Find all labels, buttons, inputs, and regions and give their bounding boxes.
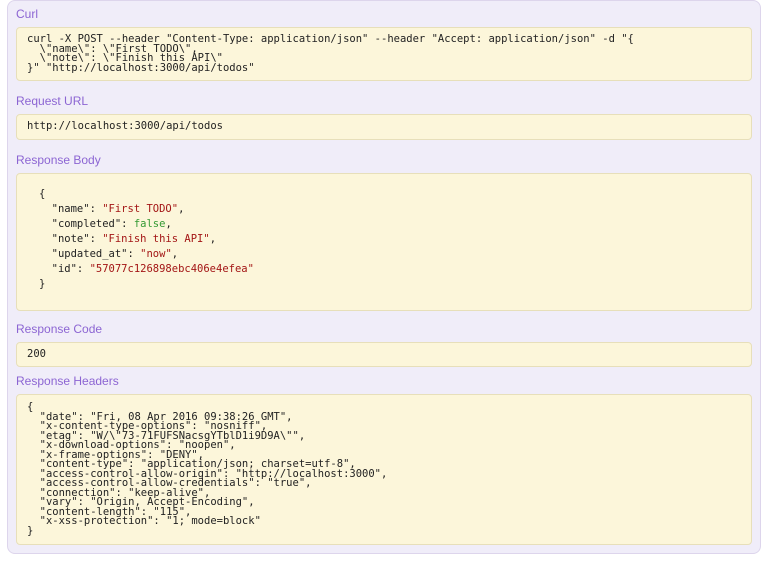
response-code-section-title: Response Code [16, 321, 103, 336]
response-headers-section-title: Response Headers [16, 374, 119, 388]
response-headers-block: { "date": "Fri, 08 Apr 2016 09:38:26 GMT… [16, 394, 752, 545]
response-body-section-title: Response Body [16, 152, 101, 167]
response-code-block: 200 [16, 341, 752, 367]
request-url-block: http://localhost:3000/api/todos [16, 114, 752, 140]
request-url-section-title: Request URL [16, 94, 89, 108]
response-body-block: { "name": "First TODO", "completed": fal… [16, 172, 752, 311]
curl-section-title: Curl [16, 7, 39, 21]
api-response-panel: Curl curl -X POST --header "Content-Type… [7, 0, 761, 554]
curl-command-block: curl -X POST --header "Content-Type: app… [16, 27, 752, 81]
